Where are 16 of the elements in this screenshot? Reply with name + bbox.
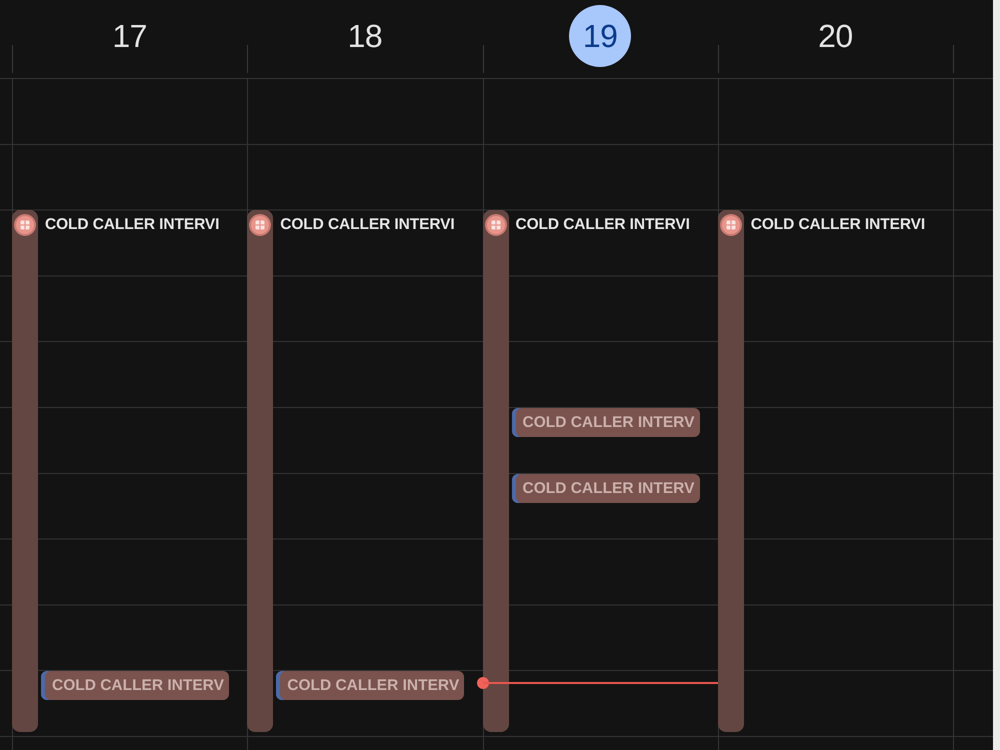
event-title[interactable]: COLD CALLER INTERVI: [45, 216, 220, 234]
event-block[interactable]: [12, 210, 38, 732]
grid-icon: [249, 214, 272, 236]
event-title[interactable]: COLD CALLER INTERVI: [516, 216, 690, 234]
event-title[interactable]: COLD CALLER INTERVI: [750, 216, 926, 234]
grid-icon: [720, 214, 742, 236]
event-title[interactable]: COLD CALLER INTERVI: [280, 216, 455, 234]
day-number[interactable]: 19: [569, 5, 632, 67]
grid-icon: [14, 214, 36, 236]
event-block[interactable]: [718, 210, 744, 732]
grid-icon: [484, 214, 506, 236]
day-number[interactable]: 20: [804, 5, 866, 67]
day-number[interactable]: 17: [98, 5, 161, 67]
day-number[interactable]: 18: [334, 5, 396, 67]
event-block[interactable]: [482, 210, 508, 732]
event-block[interactable]: [247, 210, 274, 732]
